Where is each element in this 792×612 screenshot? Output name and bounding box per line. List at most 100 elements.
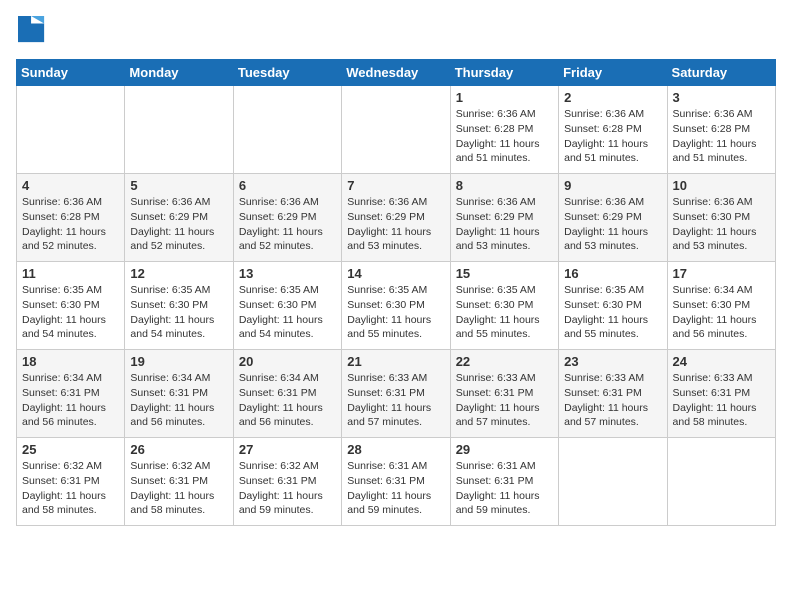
day-number: 13 [239,266,336,281]
calendar-cell: 25 Sunrise: 6:32 AMSunset: 6:31 PMDayligh… [17,438,125,526]
weekday-header: Sunday [17,60,125,86]
day-number: 1 [456,90,553,105]
day-info: Sunrise: 6:36 AMSunset: 6:28 PMDaylight:… [456,107,553,166]
calendar-cell: 3 Sunrise: 6:36 AMSunset: 6:28 PMDaylight… [667,86,775,174]
day-info: Sunrise: 6:34 AMSunset: 6:31 PMDaylight:… [130,371,227,430]
day-number: 9 [564,178,661,193]
calendar-cell: 21 Sunrise: 6:33 AMSunset: 6:31 PMDayligh… [342,350,450,438]
day-number: 19 [130,354,227,369]
day-info: Sunrise: 6:35 AMSunset: 6:30 PMDaylight:… [347,283,444,342]
calendar-cell: 16Sunrise: 6:35 AMSunset: 6:30 PMDayligh… [559,262,667,350]
day-number: 8 [456,178,553,193]
day-info: Sunrise: 6:36 AMSunset: 6:28 PMDaylight:… [673,107,770,166]
calendar-cell: 13 Sunrise: 6:35 AMSunset: 6:30 PMDayligh… [233,262,341,350]
day-number: 15 [456,266,553,281]
day-number: 2 [564,90,661,105]
day-number: 24 [673,354,770,369]
day-info: Sunrise: 6:31 AMSunset: 6:31 PMDaylight:… [456,459,553,518]
weekday-header: Saturday [667,60,775,86]
calendar-week-row: 25 Sunrise: 6:32 AMSunset: 6:31 PMDayligh… [17,438,776,526]
calendar-cell: 24 Sunrise: 6:33 AMSunset: 6:31 PMDayligh… [667,350,775,438]
day-number: 16 [564,266,661,281]
calendar-cell: 12Sunrise: 6:35 AMSunset: 6:30 PMDayligh… [125,262,233,350]
calendar-cell: 11Sunrise: 6:35 AMSunset: 6:30 PMDayligh… [17,262,125,350]
day-info: Sunrise: 6:36 AMSunset: 6:28 PMDaylight:… [564,107,661,166]
calendar-cell: 2 Sunrise: 6:36 AMSunset: 6:28 PMDaylight… [559,86,667,174]
logo-icon [18,16,46,44]
calendar-cell: 5Sunrise: 6:36 AMSunset: 6:29 PMDaylight… [125,174,233,262]
day-info: Sunrise: 6:36 AMSunset: 6:28 PMDaylight:… [22,195,119,254]
day-info: Sunrise: 6:33 AMSunset: 6:31 PMDaylight:… [564,371,661,430]
weekday-header: Thursday [450,60,558,86]
calendar-cell: 23 Sunrise: 6:33 AMSunset: 6:31 PMDayligh… [559,350,667,438]
calendar-cell: 17 Sunrise: 6:34 AMSunset: 6:30 PMDayligh… [667,262,775,350]
weekday-header: Monday [125,60,233,86]
calendar-body: 1 Sunrise: 6:36 AMSunset: 6:28 PMDaylight… [17,86,776,526]
day-info: Sunrise: 6:36 AMSunset: 6:29 PMDaylight:… [347,195,444,254]
weekday-header: Friday [559,60,667,86]
day-info: Sunrise: 6:36 AMSunset: 6:29 PMDaylight:… [239,195,336,254]
header-row: SundayMondayTuesdayWednesdayThursdayFrid… [17,60,776,86]
calendar-cell [125,86,233,174]
day-info: Sunrise: 6:33 AMSunset: 6:31 PMDaylight:… [673,371,770,430]
day-number: 22 [456,354,553,369]
weekday-header: Wednesday [342,60,450,86]
day-number: 3 [673,90,770,105]
calendar-week-row: 1 Sunrise: 6:36 AMSunset: 6:28 PMDaylight… [17,86,776,174]
calendar-table: SundayMondayTuesdayWednesdayThursdayFrid… [16,59,776,526]
calendar-week-row: 18 Sunrise: 6:34 AMSunset: 6:31 PMDayligh… [17,350,776,438]
day-info: Sunrise: 6:36 AMSunset: 6:29 PMDaylight:… [456,195,553,254]
calendar-cell: 28 Sunrise: 6:31 AMSunset: 6:31 PMDayligh… [342,438,450,526]
day-info: Sunrise: 6:33 AMSunset: 6:31 PMDaylight:… [456,371,553,430]
calendar-cell: 6 Sunrise: 6:36 AMSunset: 6:29 PMDaylight… [233,174,341,262]
logo [16,16,46,49]
calendar-cell: 9 Sunrise: 6:36 AMSunset: 6:29 PMDaylight… [559,174,667,262]
day-number: 27 [239,442,336,457]
calendar-cell: 4Sunrise: 6:36 AMSunset: 6:28 PMDaylight… [17,174,125,262]
day-info: Sunrise: 6:34 AMSunset: 6:31 PMDaylight:… [239,371,336,430]
calendar-cell [233,86,341,174]
calendar-week-row: 4Sunrise: 6:36 AMSunset: 6:28 PMDaylight… [17,174,776,262]
day-number: 23 [564,354,661,369]
calendar-cell [667,438,775,526]
day-info: Sunrise: 6:36 AMSunset: 6:29 PMDaylight:… [564,195,661,254]
day-number: 26 [130,442,227,457]
calendar-cell: 19 Sunrise: 6:34 AMSunset: 6:31 PMDayligh… [125,350,233,438]
calendar-cell: 20 Sunrise: 6:34 AMSunset: 6:31 PMDayligh… [233,350,341,438]
day-number: 20 [239,354,336,369]
day-info: Sunrise: 6:32 AMSunset: 6:31 PMDaylight:… [130,459,227,518]
day-info: Sunrise: 6:35 AMSunset: 6:30 PMDaylight:… [239,283,336,342]
day-info: Sunrise: 6:32 AMSunset: 6:31 PMDaylight:… [22,459,119,518]
day-number: 14 [347,266,444,281]
calendar-cell: 22 Sunrise: 6:33 AMSunset: 6:31 PMDayligh… [450,350,558,438]
weekday-header: Tuesday [233,60,341,86]
day-number: 29 [456,442,553,457]
day-number: 5 [130,178,227,193]
calendar-cell [342,86,450,174]
calendar-cell [17,86,125,174]
day-number: 12 [130,266,227,281]
day-number: 25 [22,442,119,457]
day-info: Sunrise: 6:31 AMSunset: 6:31 PMDaylight:… [347,459,444,518]
day-number: 28 [347,442,444,457]
day-number: 6 [239,178,336,193]
day-info: Sunrise: 6:36 AMSunset: 6:30 PMDaylight:… [673,195,770,254]
calendar-cell: 10 Sunrise: 6:36 AMSunset: 6:30 PMDayligh… [667,174,775,262]
day-info: Sunrise: 6:32 AMSunset: 6:31 PMDaylight:… [239,459,336,518]
calendar-cell [559,438,667,526]
calendar-cell: 15Sunrise: 6:35 AMSunset: 6:30 PMDayligh… [450,262,558,350]
calendar-cell: 26 Sunrise: 6:32 AMSunset: 6:31 PMDayligh… [125,438,233,526]
calendar-cell: 29 Sunrise: 6:31 AMSunset: 6:31 PMDayligh… [450,438,558,526]
day-number: 18 [22,354,119,369]
day-number: 10 [673,178,770,193]
day-info: Sunrise: 6:34 AMSunset: 6:30 PMDaylight:… [673,283,770,342]
calendar-cell: 7 Sunrise: 6:36 AMSunset: 6:29 PMDaylight… [342,174,450,262]
day-number: 11 [22,266,119,281]
calendar-cell: 8 Sunrise: 6:36 AMSunset: 6:29 PMDaylight… [450,174,558,262]
day-number: 21 [347,354,444,369]
day-number: 17 [673,266,770,281]
logo-text [16,16,46,49]
day-info: Sunrise: 6:33 AMSunset: 6:31 PMDaylight:… [347,371,444,430]
day-number: 7 [347,178,444,193]
calendar-cell: 1 Sunrise: 6:36 AMSunset: 6:28 PMDaylight… [450,86,558,174]
